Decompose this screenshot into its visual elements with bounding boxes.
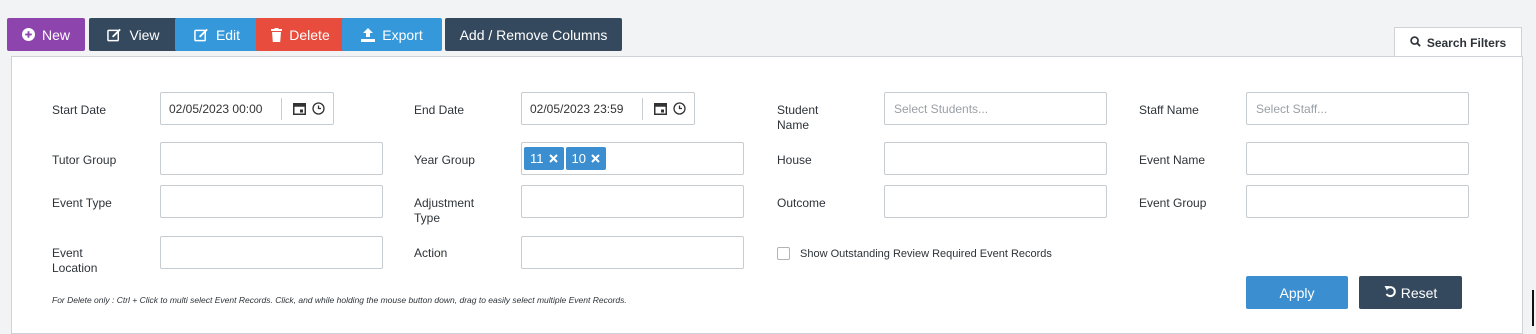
- text-cursor: [1532, 290, 1534, 326]
- adjustment-type-label-line1: Adjustment: [414, 196, 475, 210]
- edit-button[interactable]: Edit: [175, 18, 259, 51]
- view-label: View: [129, 26, 160, 43]
- end-date-label: End Date: [414, 103, 465, 117]
- calendar-icon[interactable]: [293, 102, 306, 115]
- start-date-input[interactable]: 02/05/2023 00:00: [160, 92, 334, 125]
- undo-icon: [1384, 285, 1397, 301]
- close-icon[interactable]: [591, 151, 600, 166]
- new-label: New: [41, 26, 70, 43]
- apply-button[interactable]: Apply: [1246, 276, 1348, 309]
- delete-label: Delete: [289, 26, 330, 43]
- clock-icon[interactable]: [673, 102, 686, 115]
- edit-square-icon: [194, 28, 209, 42]
- view-button[interactable]: View: [89, 18, 178, 51]
- export-label: Export: [382, 26, 423, 43]
- event-group-select[interactable]: [1246, 185, 1469, 218]
- student-name-placeholder: Select Students...: [894, 101, 989, 116]
- edit-label: Edit: [215, 26, 241, 43]
- start-date-label: Start Date: [52, 103, 107, 117]
- tutor-group-select[interactable]: [160, 142, 383, 175]
- divider: [281, 97, 282, 120]
- event-name-label: Event Name: [1139, 153, 1206, 167]
- reset-label: Reset: [1400, 284, 1438, 301]
- close-icon[interactable]: [548, 151, 558, 166]
- tag-label: 11: [530, 151, 544, 166]
- year-group-tag: 10: [565, 147, 606, 170]
- clock-icon[interactable]: [312, 102, 325, 115]
- search-icon: [1410, 35, 1421, 50]
- tag-label: 10: [571, 151, 586, 166]
- edit-square-icon: [107, 28, 122, 42]
- event-type-select[interactable]: [160, 185, 383, 218]
- end-date-input[interactable]: 02/05/2023 23:59: [521, 92, 695, 125]
- event-type-label: Event Type: [52, 196, 112, 210]
- staff-name-select[interactable]: Select Staff...: [1246, 92, 1469, 125]
- adjustment-type-label: Adjustment Type: [414, 196, 474, 226]
- reset-button[interactable]: Reset: [1359, 276, 1462, 309]
- trash-icon: [271, 27, 283, 42]
- divider: [642, 97, 643, 120]
- year-group-label: Year Group: [414, 153, 475, 167]
- outcome-label: Outcome: [777, 196, 826, 210]
- student-name-label-line2: Name: [777, 118, 810, 132]
- house-label: House: [777, 153, 812, 167]
- delete-button[interactable]: Delete: [256, 18, 345, 51]
- outstanding-review-label[interactable]: Show Outstanding Review Required Event R…: [800, 248, 1052, 260]
- export-button[interactable]: Export: [342, 18, 442, 51]
- house-select[interactable]: [884, 142, 1107, 175]
- event-location-select[interactable]: [160, 236, 383, 269]
- columns-label: Add / Remove Columns: [459, 26, 608, 43]
- outcome-select[interactable]: [884, 185, 1107, 218]
- help-note: For Delete only : Ctrl + Click to multi …: [52, 295, 627, 305]
- year-group-tag: 11: [524, 147, 564, 170]
- tab-label: Search Filters: [1426, 35, 1507, 50]
- new-button[interactable]: New: [7, 18, 85, 51]
- event-name-select[interactable]: [1246, 142, 1469, 175]
- year-group-select[interactable]: 11 10: [521, 142, 744, 175]
- action-select[interactable]: [521, 236, 744, 269]
- event-location-label: Event Location: [52, 246, 97, 276]
- outstanding-review-checkbox[interactable]: [777, 247, 790, 260]
- calendar-icon[interactable]: [654, 102, 667, 115]
- event-location-label-line1: Event: [52, 246, 83, 260]
- action-label: Action: [414, 246, 448, 260]
- adjustment-type-select[interactable]: [521, 185, 744, 218]
- student-name-select[interactable]: Select Students...: [884, 92, 1107, 125]
- staff-name-label: Staff Name: [1139, 103, 1199, 117]
- event-group-label: Event Group: [1139, 196, 1207, 210]
- student-name-label: Student Name: [777, 103, 818, 133]
- plus-circle-icon: [21, 28, 35, 41]
- student-name-label-line1: Student: [777, 103, 819, 117]
- end-date-value: 02/05/2023 23:59: [530, 101, 624, 116]
- staff-name-placeholder: Select Staff...: [1256, 101, 1328, 116]
- event-location-label-line2: Location: [52, 261, 98, 275]
- upload-icon: [361, 27, 376, 42]
- tutor-group-label: Tutor Group: [52, 153, 117, 167]
- tab-search-filters[interactable]: Search Filters: [1394, 27, 1522, 57]
- start-date-value: 02/05/2023 00:00: [169, 101, 263, 116]
- apply-label: Apply: [1279, 284, 1315, 301]
- adjustment-type-label-line2: Type: [414, 211, 441, 225]
- add-remove-columns-button[interactable]: Add / Remove Columns: [445, 18, 622, 51]
